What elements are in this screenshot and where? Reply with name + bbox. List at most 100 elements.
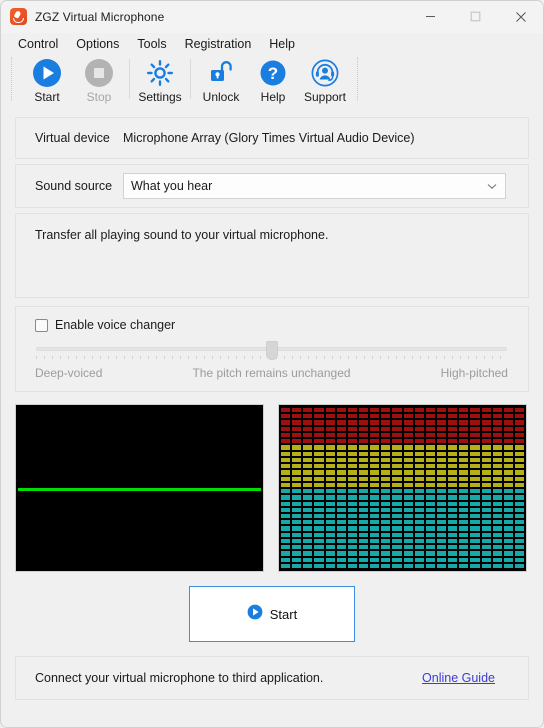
description-panel: Transfer all playing sound to your virtu… <box>15 213 529 298</box>
toolbar-label-settings: Settings <box>138 90 182 104</box>
spectrum-segment <box>470 495 480 500</box>
spectrum-segment <box>370 426 380 431</box>
spectrum-segment <box>514 513 525 519</box>
spectrum-segment <box>314 557 324 562</box>
maximize-button[interactable] <box>453 1 498 32</box>
spectrum-segment <box>503 532 513 537</box>
sound-source-select[interactable]: What you hear <box>123 173 506 199</box>
spectrum-segment <box>325 507 335 512</box>
toolbar-grip-end <box>357 57 360 101</box>
spectrum-segment <box>514 439 525 444</box>
spectrum-segment <box>514 408 525 413</box>
spectrum-segment <box>414 420 424 425</box>
spectrum-segment <box>336 557 346 562</box>
spectrum-segment <box>281 432 291 438</box>
start-button[interactable]: Start <box>189 586 355 642</box>
spectrum-segment <box>425 538 435 544</box>
spectrum-segment <box>303 538 313 544</box>
spectrum-segment <box>281 414 291 419</box>
spectrum-segment <box>414 538 424 544</box>
spectrum-segment <box>414 557 424 562</box>
spectrum-segment <box>370 501 380 506</box>
toolbar-button-unlock[interactable]: Unlock <box>195 55 247 104</box>
toolbar-button-settings[interactable]: Settings <box>134 55 186 104</box>
spectrum-segment <box>347 532 357 537</box>
spectrum-segment <box>347 445 357 450</box>
menu-item-help[interactable]: Help <box>260 35 304 53</box>
spectrum-segment <box>503 507 513 512</box>
spectrum-segment <box>314 445 324 450</box>
spectrum-column <box>514 408 525 569</box>
spectrum-segment <box>381 563 391 569</box>
spectrum-segment <box>470 538 480 544</box>
spectrum-segment <box>292 532 302 537</box>
toolbar-button-support[interactable]: Support <box>299 55 351 104</box>
spectrum-segment <box>292 414 302 419</box>
toolbar-button-start[interactable]: Start <box>21 55 73 104</box>
online-guide-link[interactable]: Online Guide <box>422 671 495 685</box>
spectrum-segment <box>381 545 391 550</box>
spectrum-segment <box>481 520 491 525</box>
spectrum-segment <box>492 551 502 556</box>
spectrum-segment <box>414 501 424 506</box>
menu-item-tools[interactable]: Tools <box>128 35 175 53</box>
spectrum-column <box>425 408 435 569</box>
toolbar-button-help[interactable]: ? Help <box>247 55 299 104</box>
spectrum-column <box>436 408 447 569</box>
spectrum-segment <box>292 526 302 531</box>
spectrum-segment <box>292 520 302 525</box>
spectrum-segment <box>325 495 335 500</box>
close-button[interactable] <box>498 1 543 32</box>
menu-item-control[interactable]: Control <box>9 35 67 53</box>
spectrum-segment <box>358 557 369 562</box>
sound-source-label: Sound source <box>35 179 113 193</box>
spectrum-segment <box>436 414 447 419</box>
spectrum-segment <box>425 445 435 450</box>
spectrum-segment <box>358 532 369 537</box>
spectrum-segment <box>459 538 469 544</box>
spectrum-segment <box>336 495 346 500</box>
spectrum-segment <box>358 482 369 488</box>
spectrum-segment <box>292 408 302 413</box>
spectrum-segment <box>347 426 357 431</box>
spectrum-segment <box>370 464 380 469</box>
minimize-button[interactable] <box>408 1 453 32</box>
virtual-device-row: Virtual device Microphone Array (Glory T… <box>15 117 529 159</box>
spectrum-segment <box>336 563 346 569</box>
spectrum-segment <box>492 408 502 413</box>
toolbar-button-stop[interactable]: Stop <box>73 55 125 104</box>
enable-voice-changer-checkbox[interactable] <box>35 318 48 332</box>
spectrum-segment <box>325 457 335 463</box>
spectrum-segment <box>314 551 324 556</box>
spectrum-segment <box>503 545 513 550</box>
spectrum-segment <box>281 489 291 494</box>
spectrum-segment <box>470 501 480 506</box>
pitch-slider[interactable] <box>36 341 507 361</box>
spectrum-segment <box>514 520 525 525</box>
spectrum-segment <box>336 551 346 556</box>
menu-item-options[interactable]: Options <box>67 35 128 53</box>
spectrum-segment <box>281 507 291 512</box>
spectrum-segment <box>425 439 435 444</box>
spectrum-segment <box>503 501 513 506</box>
spectrum-segment <box>414 408 424 413</box>
spectrum-segment <box>503 451 513 456</box>
spectrum-segment <box>381 445 391 450</box>
spectrum-segment <box>358 551 369 556</box>
spectrum-segment <box>503 495 513 500</box>
spectrum-segment <box>303 476 313 481</box>
spectrum-segment <box>358 526 369 531</box>
spectrum-segment <box>481 470 491 475</box>
spectrum-segment <box>325 420 335 425</box>
spectrum-segment <box>347 489 357 494</box>
pitch-slider-thumb[interactable] <box>265 341 278 360</box>
menu-item-registration[interactable]: Registration <box>176 35 261 53</box>
enable-voice-changer-row[interactable]: Enable voice changer <box>35 318 508 332</box>
spectrum-segment <box>336 426 346 431</box>
spectrum-segment <box>358 507 369 512</box>
spectrum-segment <box>292 445 302 450</box>
spectrum-segment <box>448 551 458 556</box>
spectrum-segment <box>314 408 324 413</box>
spectrum-column <box>336 408 346 569</box>
spectrum-segment <box>436 520 447 525</box>
